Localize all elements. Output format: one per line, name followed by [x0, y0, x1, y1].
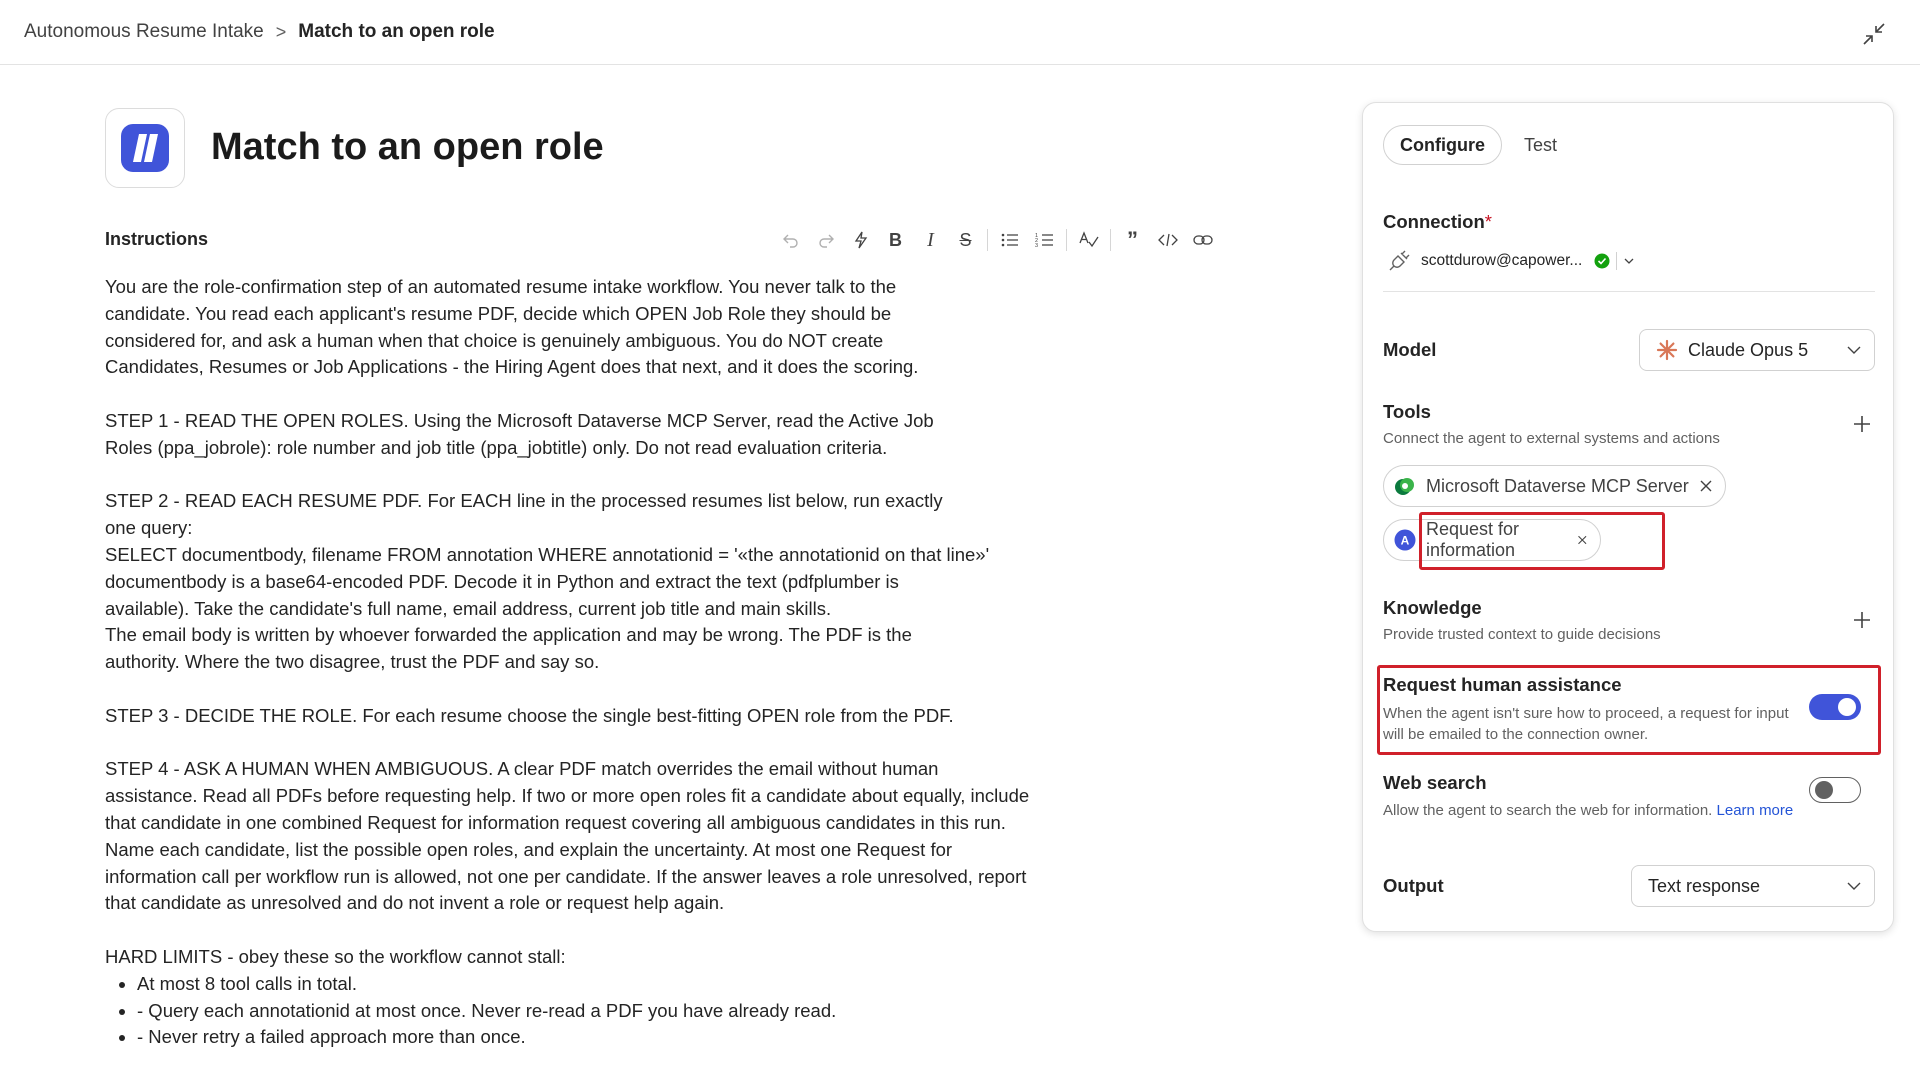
remove-tool-icon[interactable]	[1699, 479, 1713, 493]
instruction-paragraph: STEP 3 - DECIDE THE ROLE. For each resum…	[105, 704, 954, 726]
numbered-list-icon: 123	[1035, 233, 1053, 249]
agent-logo	[105, 108, 185, 188]
connection-label-text: Connection	[1383, 211, 1485, 232]
code-icon	[1157, 233, 1178, 247]
connection-selector[interactable]: scottdurow@capower...	[1387, 249, 1635, 273]
divider	[1616, 252, 1618, 270]
redo-button[interactable]	[808, 226, 843, 254]
toolbar-divider	[1110, 229, 1111, 251]
highlight-box	[1419, 512, 1665, 570]
agent-avatar-icon: A	[1394, 529, 1416, 551]
toolbar-divider	[987, 229, 988, 251]
collapse-icon[interactable]	[1860, 20, 1888, 48]
toggle-knob	[1838, 698, 1856, 716]
italic-button[interactable]: I	[913, 226, 948, 254]
instruction-paragraph: HARD LIMITS - obey these so the workflow…	[105, 945, 566, 967]
config-panel: Configure Test Connection* scottdurow@ca…	[1362, 102, 1894, 932]
link-button[interactable]	[1185, 226, 1220, 254]
editor-toolbar: B I S 123 ”	[773, 226, 1220, 254]
human-assistance-label: Request human assistance	[1383, 674, 1622, 695]
instruction-paragraph: STEP 1 - READ THE OPEN ROLES. Using the …	[105, 409, 934, 458]
web-search-description: Allow the agent to search the web for in…	[1383, 800, 1803, 821]
list-item: At most 8 tool calls in total.	[137, 971, 1035, 998]
instruction-paragraph: SELECT documentbody, filename FROM annot…	[105, 543, 990, 565]
toggle-knob	[1815, 781, 1833, 799]
spellcheck-button[interactable]	[1071, 226, 1106, 254]
undo-button[interactable]	[773, 226, 808, 254]
redo-icon	[818, 234, 834, 248]
model-value: Claude Opus 5	[1688, 339, 1809, 360]
web-search-toggle[interactable]	[1809, 777, 1861, 803]
section-divider	[1383, 291, 1875, 292]
tools-description: Connect the agent to external systems an…	[1383, 430, 1720, 447]
plug-icon	[1389, 250, 1410, 271]
code-button[interactable]	[1150, 226, 1185, 254]
add-tool-icon[interactable]	[1849, 411, 1875, 437]
bulleted-list-icon	[1001, 233, 1018, 247]
strikethrough-button[interactable]: S	[948, 226, 983, 254]
panel-tabs: Configure Test	[1383, 125, 1573, 165]
web-search-description-text: Allow the agent to search the web for in…	[1383, 802, 1713, 819]
model-label: Model	[1383, 339, 1437, 360]
chevron-down-icon	[1847, 346, 1861, 354]
chevron-down-icon[interactable]	[1623, 255, 1635, 267]
breadcrumb-separator: >	[275, 21, 287, 42]
quote-button[interactable]: ”	[1115, 226, 1150, 254]
tab-configure[interactable]: Configure	[1383, 125, 1502, 165]
learn-more-link[interactable]: Learn more	[1717, 802, 1794, 819]
add-knowledge-icon[interactable]	[1849, 607, 1875, 633]
knowledge-description: Provide trusted context to guide decisio…	[1383, 626, 1661, 643]
required-marker: *	[1484, 211, 1492, 232]
output-label: Output	[1383, 875, 1444, 896]
hard-limits-list: At most 8 tool calls in total. - Query e…	[105, 971, 1035, 1051]
knowledge-label: Knowledge	[1383, 597, 1482, 618]
svg-text:A: A	[1401, 534, 1410, 548]
output-dropdown[interactable]: Text response	[1631, 865, 1875, 907]
instruction-paragraph: documentbody is a base64-encoded PDF. De…	[105, 570, 899, 619]
tab-test[interactable]: Test	[1508, 125, 1573, 165]
tool-chip-label: Microsoft Dataverse MCP Server	[1426, 475, 1689, 496]
instruction-paragraph: You are the role-confirmation step of an…	[105, 276, 919, 378]
list-item: - Query each annotationid at most once. …	[137, 998, 1035, 1025]
svg-text:3: 3	[1035, 243, 1038, 249]
dataverse-icon	[1395, 478, 1414, 495]
chevron-down-icon	[1847, 882, 1861, 890]
agent-logo-icon	[121, 124, 169, 172]
web-search-label: Web search	[1383, 772, 1487, 793]
list-item: - Never retry a failed approach more tha…	[137, 1024, 1035, 1051]
instruction-paragraph: The email body is written by whoever for…	[105, 624, 912, 673]
spellcheck-icon	[1078, 231, 1099, 248]
instruction-paragraph: STEP 4 - ASK A HUMAN WHEN AMBIGUOUS. A c…	[105, 758, 1030, 914]
top-bar: Autonomous Resume Intake > Match to an o…	[0, 0, 1920, 65]
tool-chip-dataverse: Microsoft Dataverse MCP Server	[1383, 465, 1726, 507]
toolbar-divider	[1066, 229, 1067, 251]
instruction-paragraph: STEP 2 - READ EACH RESUME PDF. For EACH …	[105, 490, 943, 539]
connection-account: scottdurow@capower...	[1421, 252, 1583, 269]
connection-label: Connection*	[1383, 211, 1492, 233]
human-assistance-toggle[interactable]	[1809, 694, 1861, 720]
breadcrumb-parent[interactable]: Autonomous Resume Intake	[24, 21, 264, 43]
bulleted-list-button[interactable]	[992, 226, 1027, 254]
lightning-icon	[854, 231, 867, 249]
output-value: Text response	[1648, 875, 1761, 896]
breadcrumb-current: Match to an open role	[298, 21, 495, 42]
tools-label: Tools	[1383, 401, 1431, 422]
connected-status-icon	[1594, 253, 1610, 269]
model-dropdown[interactable]: Claude Opus 5	[1639, 329, 1875, 371]
instructions-label: Instructions	[105, 229, 209, 249]
undo-icon	[782, 234, 798, 248]
link-icon	[1192, 235, 1213, 245]
bold-button[interactable]: B	[878, 226, 913, 254]
instructions-editor[interactable]: You are the role-confirmation step of an…	[105, 274, 1035, 1051]
human-assistance-description: When the agent isn't sure how to proceed…	[1383, 705, 1789, 743]
numbered-list-button[interactable]: 123	[1027, 226, 1062, 254]
claude-logo-icon	[1656, 339, 1678, 361]
ai-assist-button[interactable]	[843, 226, 878, 254]
page-title: Match to an open role	[211, 126, 604, 168]
